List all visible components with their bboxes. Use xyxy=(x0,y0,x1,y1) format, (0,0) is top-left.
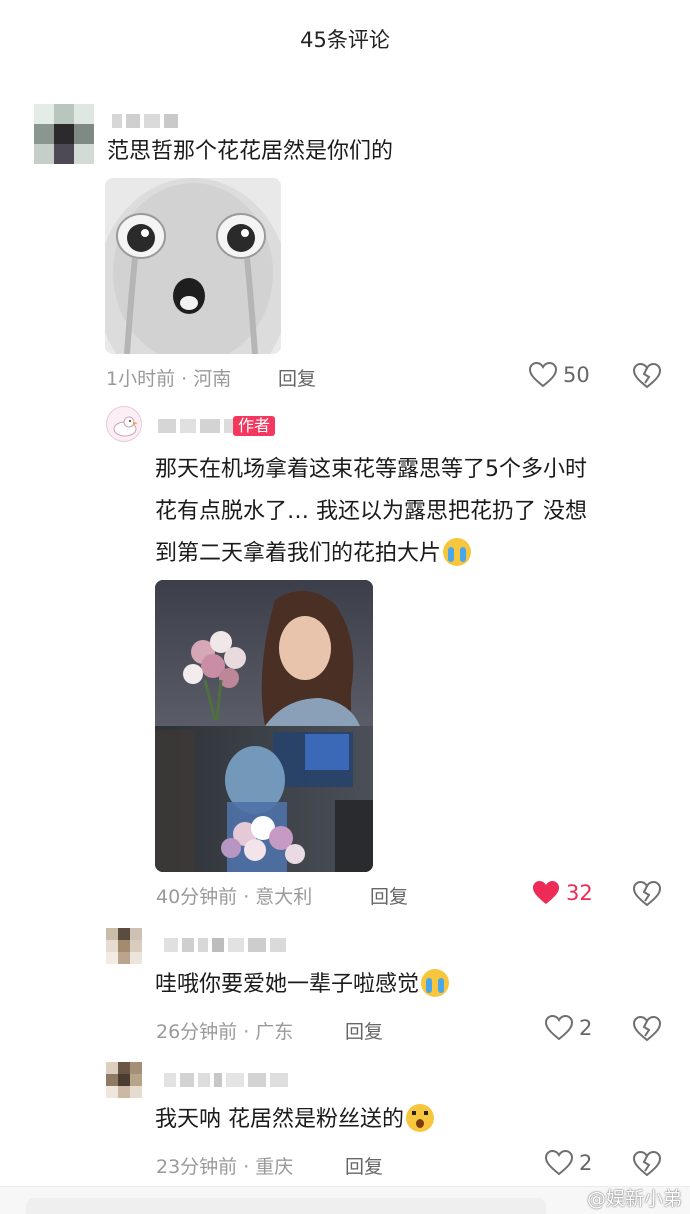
reply-button[interactable]: 回复 xyxy=(278,364,316,391)
heart-icon xyxy=(545,1150,573,1176)
comment-text-line: 花有点脱水了… 我还以为露思把花扔了 没想 xyxy=(155,499,587,524)
comment-text-content: 我天呐 花居然是粉丝送的 xyxy=(155,1107,404,1132)
duck-icon xyxy=(113,416,138,437)
comment-text: 我天呐 花居然是粉丝送的 xyxy=(155,1102,434,1138)
like-count: 2 xyxy=(579,1151,593,1175)
comment-photo[interactable] xyxy=(155,580,373,872)
like-button[interactable]: 2 xyxy=(545,1015,592,1041)
username-blurred[interactable] xyxy=(164,938,286,952)
comment-time-location: 23分钟前 · 重庆 xyxy=(156,1156,294,1178)
heart-filled-icon xyxy=(533,881,559,904)
like-count: 32 xyxy=(566,881,593,905)
sticker-image[interactable] xyxy=(105,178,281,354)
comment-text: 哇哦你要爱她一辈子啦感觉 xyxy=(155,967,450,1003)
dislike-broken-heart-icon[interactable] xyxy=(633,881,661,907)
crying-emoji xyxy=(443,538,472,566)
username-blurred[interactable] xyxy=(164,1073,288,1087)
username-blurred[interactable] xyxy=(158,419,238,433)
comment-text-line-content: 到第二天拿着我们的花拍大片 xyxy=(155,541,442,566)
comment-text: 范思哲那个花花居然是你们的 xyxy=(107,139,394,164)
watermark: @娱新小弟 xyxy=(586,1188,682,1210)
author-badge: 作者 xyxy=(233,416,276,436)
comment-input[interactable] xyxy=(26,1198,546,1214)
heart-icon xyxy=(545,1015,573,1041)
reply-button[interactable]: 回复 xyxy=(370,882,408,909)
avatar[interactable] xyxy=(106,1062,142,1098)
author-avatar[interactable] xyxy=(106,406,142,442)
like-button[interactable]: 2 xyxy=(545,1150,592,1176)
comment-time-location: 40分钟前 · 意大利 xyxy=(156,886,313,908)
reply-button[interactable]: 回复 xyxy=(345,1017,383,1044)
comment-time-location: 1小时前 · 河南 xyxy=(106,368,232,390)
like-count: 2 xyxy=(579,1016,593,1040)
dislike-broken-heart-icon[interactable] xyxy=(633,1151,661,1177)
crying-emoji xyxy=(421,969,450,997)
comments-header: 45条评论 xyxy=(0,0,690,72)
dislike-broken-heart-icon[interactable] xyxy=(633,363,661,389)
heart-icon xyxy=(529,362,557,388)
reply-button[interactable]: 回复 xyxy=(345,1152,383,1179)
avatar[interactable] xyxy=(106,928,142,964)
avatar[interactable] xyxy=(34,104,94,164)
crying-ghost-sticker xyxy=(105,178,281,354)
photo-collage xyxy=(155,580,373,872)
comment-time-location: 26分钟前 · 广东 xyxy=(156,1021,294,1043)
like-count: 50 xyxy=(563,363,590,387)
like-button[interactable]: 50 xyxy=(529,362,590,388)
username-blurred[interactable] xyxy=(112,114,178,128)
surprised-emoji xyxy=(406,1104,434,1132)
comment-text-line: 那天在机场拿着这束花等露思等了5个多小时 xyxy=(155,457,587,482)
comment-count-title: 45条评论 xyxy=(300,28,390,52)
comment-text-content: 哇哦你要爱她一辈子啦感觉 xyxy=(155,972,420,997)
like-button-active[interactable]: 32 xyxy=(532,880,593,906)
dislike-broken-heart-icon[interactable] xyxy=(633,1016,661,1042)
comment-text-line: 到第二天拿着我们的花拍大片 xyxy=(155,536,472,572)
